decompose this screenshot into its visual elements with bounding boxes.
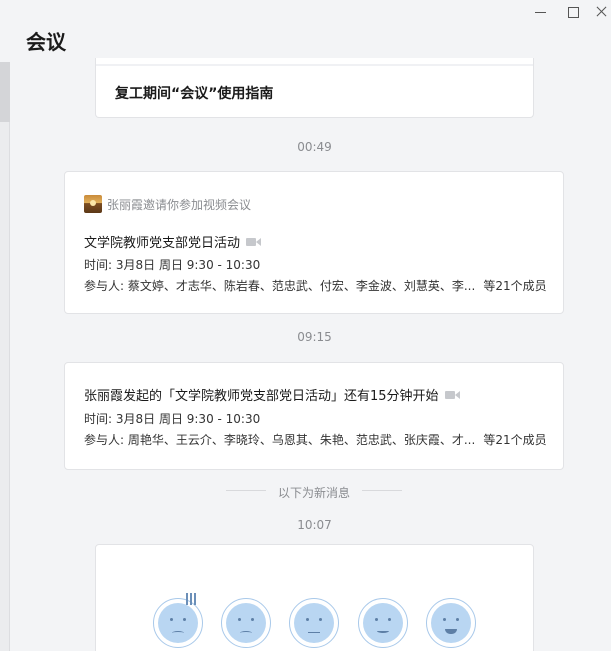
inviter-text: 张丽霞邀请你参加视频会议 [107,197,252,212]
guide-card[interactable]: 复工期间“会议”使用指南 [95,58,534,118]
reminder-title-text: 张丽霞发起的「文学院教师党支部党日活动」还有15分钟开始 [84,389,439,404]
divider-line [362,490,402,491]
meeting-invite-card[interactable]: 张丽霞邀请你参加视频会议 文学院教师党支部党日活动 时间: 3月8日 周日 9:… [64,171,564,314]
unsatisfied-face-icon[interactable] [221,598,271,648]
card-divider [96,64,533,66]
very-unsatisfied-face-icon[interactable] [153,593,203,648]
timestamp: 00:49 [297,140,332,154]
scrollbar-thumb[interactable] [0,62,10,122]
meeting-reminder-card[interactable]: 张丽霞发起的「文学院教师党支部党日活动」还有15分钟开始 时间: 3月8日 周日… [64,362,564,470]
maximize-icon[interactable] [564,3,582,21]
meeting-time: 时间: 3月8日 周日 9:30 - 10:30 [84,258,261,272]
satisfied-face-icon[interactable] [358,598,408,648]
meeting-title-text: 文学院教师党支部党日活动 [84,236,241,251]
video-camera-icon [444,390,461,400]
close-icon[interactable] [593,3,611,21]
meeting-participants: 参与人: 周艳华、王云介、李晓玲、乌恩其、朱艳、范忠武、张庆霞、才... 等21个… [84,431,547,448]
guide-title: 复工期间“会议”使用指南 [115,86,274,102]
participants-list: 参与人: 周艳华、王云介、李晓玲、乌恩其、朱艳、范忠武、张庆霞、才... [84,433,476,447]
page-title: 会议 [26,30,66,54]
participants-list: 参与人: 蔡文婷、才志华、陈岩春、范忠武、付宏、李金波、刘慧英、李... [84,279,476,293]
video-camera-icon [246,237,262,247]
new-messages-label: 以下为新消息 [277,486,350,500]
neutral-face-icon[interactable] [289,598,339,648]
avatar[interactable] [84,195,102,213]
timestamp: 09:15 [297,330,332,344]
meeting-title: 文学院教师党支部党日活动 [84,232,262,251]
divider-line [226,490,266,491]
minimize-icon[interactable] [532,3,550,21]
title-bar: 会议 [0,0,611,62]
meeting-time: 时间: 3月8日 周日 9:30 - 10:30 [84,412,261,426]
timestamp: 10:07 [297,518,332,532]
satisfaction-survey-card [95,544,534,651]
reminder-title: 张丽霞发起的「文学院教师党支部党日活动」还有15分钟开始 [84,385,461,404]
very-satisfied-face-icon[interactable] [426,598,476,648]
participants-count: 等21个成员 [483,279,547,293]
meeting-participants: 参与人: 蔡文婷、才志华、陈岩春、范忠武、付宏、李金波、刘慧英、李... 等21个… [84,277,547,294]
inviter-row: 张丽霞邀请你参加视频会议 [84,195,251,213]
participants-count: 等21个成员 [483,433,547,447]
